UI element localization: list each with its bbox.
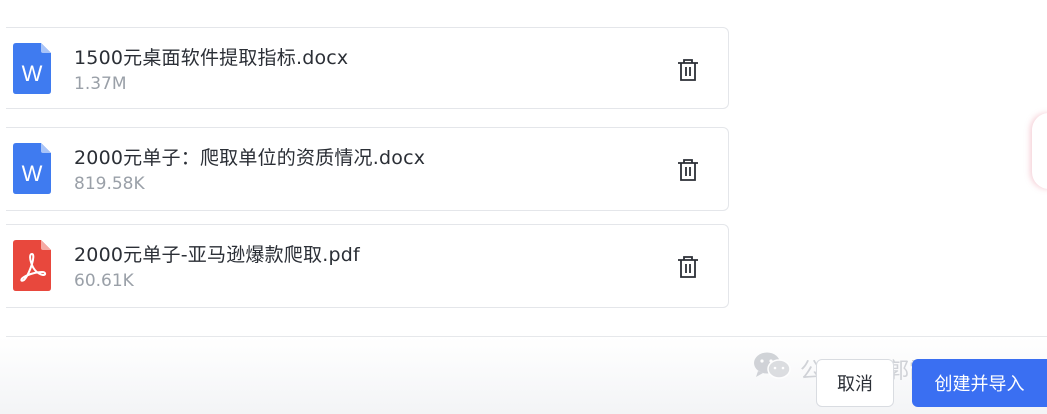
trash-icon[interactable] xyxy=(677,255,699,279)
word-file-icon: W xyxy=(13,43,51,94)
file-item: W 2000元单子：爬取单位的资质情况.docx 819.58K xyxy=(6,127,729,211)
file-size: 60.61K xyxy=(74,271,134,291)
file-item: 2000元单子-亚马逊爆款爬取.pdf 60.61K xyxy=(6,224,729,308)
create-and-import-button[interactable]: 创建并导入 xyxy=(912,359,1047,407)
floating-widget-edge xyxy=(1032,113,1047,189)
file-name: 1500元桌面软件提取指标.docx xyxy=(74,47,349,69)
file-size: 819.58K xyxy=(74,174,145,194)
trash-icon[interactable] xyxy=(677,158,699,182)
file-name: 2000元单子：爬取单位的资质情况.docx xyxy=(74,147,426,169)
file-size: 1.37M xyxy=(74,74,127,94)
file-name: 2000元单子-亚马逊爆款爬取.pdf xyxy=(74,244,360,266)
wechat-icon xyxy=(752,351,792,387)
trash-icon[interactable] xyxy=(677,58,699,82)
svg-text:W: W xyxy=(22,161,43,186)
svg-text:W: W xyxy=(22,61,43,86)
upload-dialog: W 1500元桌面软件提取指标.docx 1.37M W 2000元单子：爬取单… xyxy=(0,0,1047,414)
file-item: W 1500元桌面软件提取指标.docx 1.37M xyxy=(6,27,729,109)
pdf-file-icon xyxy=(13,240,51,291)
cancel-button[interactable]: 取消 xyxy=(816,359,894,407)
word-file-icon: W xyxy=(13,143,51,194)
